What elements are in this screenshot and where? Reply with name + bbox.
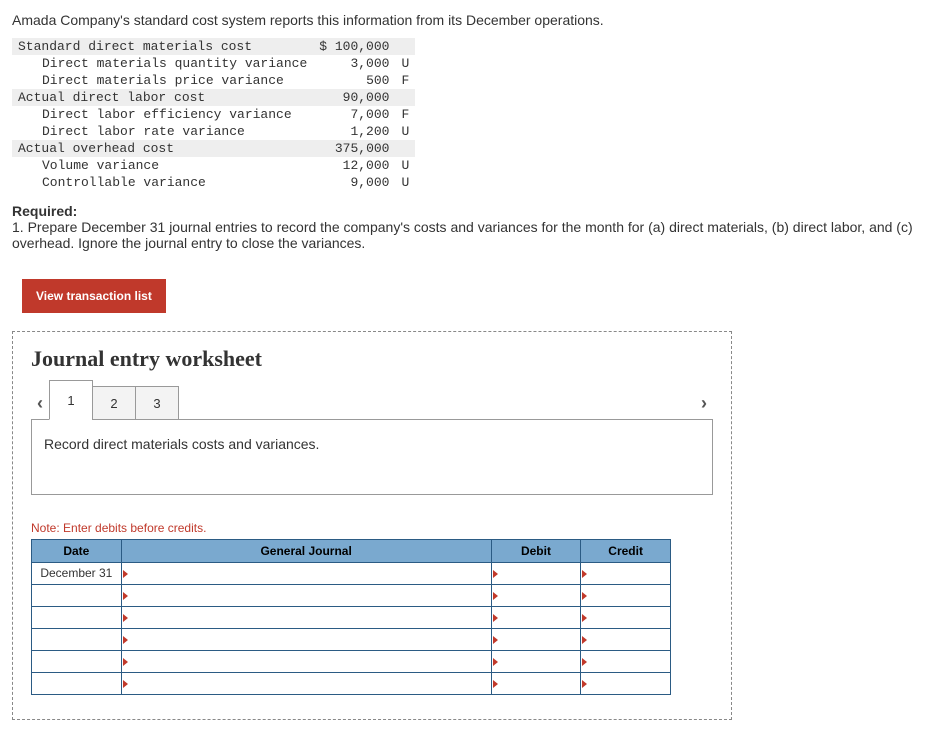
cost-value: 12,000 — [313, 157, 395, 174]
cost-label: Actual overhead cost — [12, 140, 313, 157]
date-cell[interactable] — [32, 607, 122, 629]
cost-flag: F — [395, 106, 415, 123]
cost-flag: F — [395, 72, 415, 89]
credit-cell[interactable] — [581, 651, 671, 673]
col-header-date: Date — [32, 540, 122, 563]
cost-flag — [395, 89, 415, 106]
general-journal-cell[interactable] — [121, 673, 491, 695]
date-cell[interactable] — [32, 585, 122, 607]
debit-cell[interactable] — [491, 629, 581, 651]
worksheet-tabbar: ‹ 1 2 3 › — [31, 386, 713, 420]
cost-label: Direct labor rate variance — [12, 123, 313, 140]
credit-cell[interactable] — [581, 629, 671, 651]
cost-flag — [395, 38, 415, 55]
tab-2[interactable]: 2 — [92, 386, 136, 420]
cost-value: 375,000 — [313, 140, 395, 157]
cost-flag: U — [395, 157, 415, 174]
cost-flag — [395, 140, 415, 157]
general-journal-cell[interactable] — [121, 629, 491, 651]
entry-instruction: Record direct materials costs and varian… — [31, 420, 713, 495]
cost-value: 7,000 — [313, 106, 395, 123]
debit-cell[interactable] — [491, 651, 581, 673]
cost-label: Controllable variance — [12, 174, 313, 191]
col-header-general-journal: General Journal — [121, 540, 491, 563]
cost-value: 3,000 — [313, 55, 395, 72]
date-cell[interactable] — [32, 629, 122, 651]
col-header-credit: Credit — [581, 540, 671, 563]
required-text: 1. Prepare December 31 journal entries t… — [12, 219, 922, 251]
credit-cell[interactable] — [581, 607, 671, 629]
journal-entry-table: Date General Journal Debit Credit Decemb… — [31, 539, 671, 695]
debit-cell[interactable] — [491, 563, 581, 585]
cost-flag: U — [395, 55, 415, 72]
cost-value: 500 — [313, 72, 395, 89]
chevron-left-icon[interactable]: ‹ — [31, 393, 49, 414]
general-journal-cell[interactable] — [121, 607, 491, 629]
general-journal-cell[interactable] — [121, 651, 491, 673]
cost-value: 1,200 — [313, 123, 395, 140]
journal-entry-worksheet: Journal entry worksheet ‹ 1 2 3 › Record… — [12, 331, 732, 720]
credit-cell[interactable] — [581, 563, 671, 585]
debit-cell[interactable] — [491, 607, 581, 629]
cost-info-table: Standard direct materials cost$ 100,000D… — [12, 38, 415, 191]
required-heading: Required: — [12, 203, 922, 219]
debits-before-credits-note: Note: Enter debits before credits. — [31, 521, 713, 535]
credit-cell[interactable] — [581, 585, 671, 607]
cost-label: Volume variance — [12, 157, 313, 174]
date-cell[interactable] — [32, 673, 122, 695]
cost-label: Direct materials price variance — [12, 72, 313, 89]
tab-3[interactable]: 3 — [135, 386, 179, 420]
problem-intro: Amada Company's standard cost system rep… — [12, 12, 922, 28]
cost-label: Direct materials quantity variance — [12, 55, 313, 72]
debit-cell[interactable] — [491, 673, 581, 695]
cost-flag: U — [395, 174, 415, 191]
cost-value: $ 100,000 — [313, 38, 395, 55]
view-transaction-list-button[interactable]: View transaction list — [22, 279, 166, 313]
credit-cell[interactable] — [581, 673, 671, 695]
cost-label: Actual direct labor cost — [12, 89, 313, 106]
general-journal-cell[interactable] — [121, 563, 491, 585]
date-cell[interactable]: December 31 — [32, 563, 122, 585]
col-header-debit: Debit — [491, 540, 581, 563]
general-journal-cell[interactable] — [121, 585, 491, 607]
cost-label: Direct labor efficiency variance — [12, 106, 313, 123]
date-cell[interactable] — [32, 651, 122, 673]
debit-cell[interactable] — [491, 585, 581, 607]
tab-1[interactable]: 1 — [49, 380, 93, 420]
cost-value: 90,000 — [313, 89, 395, 106]
worksheet-title: Journal entry worksheet — [31, 346, 713, 372]
cost-label: Standard direct materials cost — [12, 38, 313, 55]
chevron-right-icon[interactable]: › — [695, 393, 713, 414]
cost-value: 9,000 — [313, 174, 395, 191]
cost-flag: U — [395, 123, 415, 140]
